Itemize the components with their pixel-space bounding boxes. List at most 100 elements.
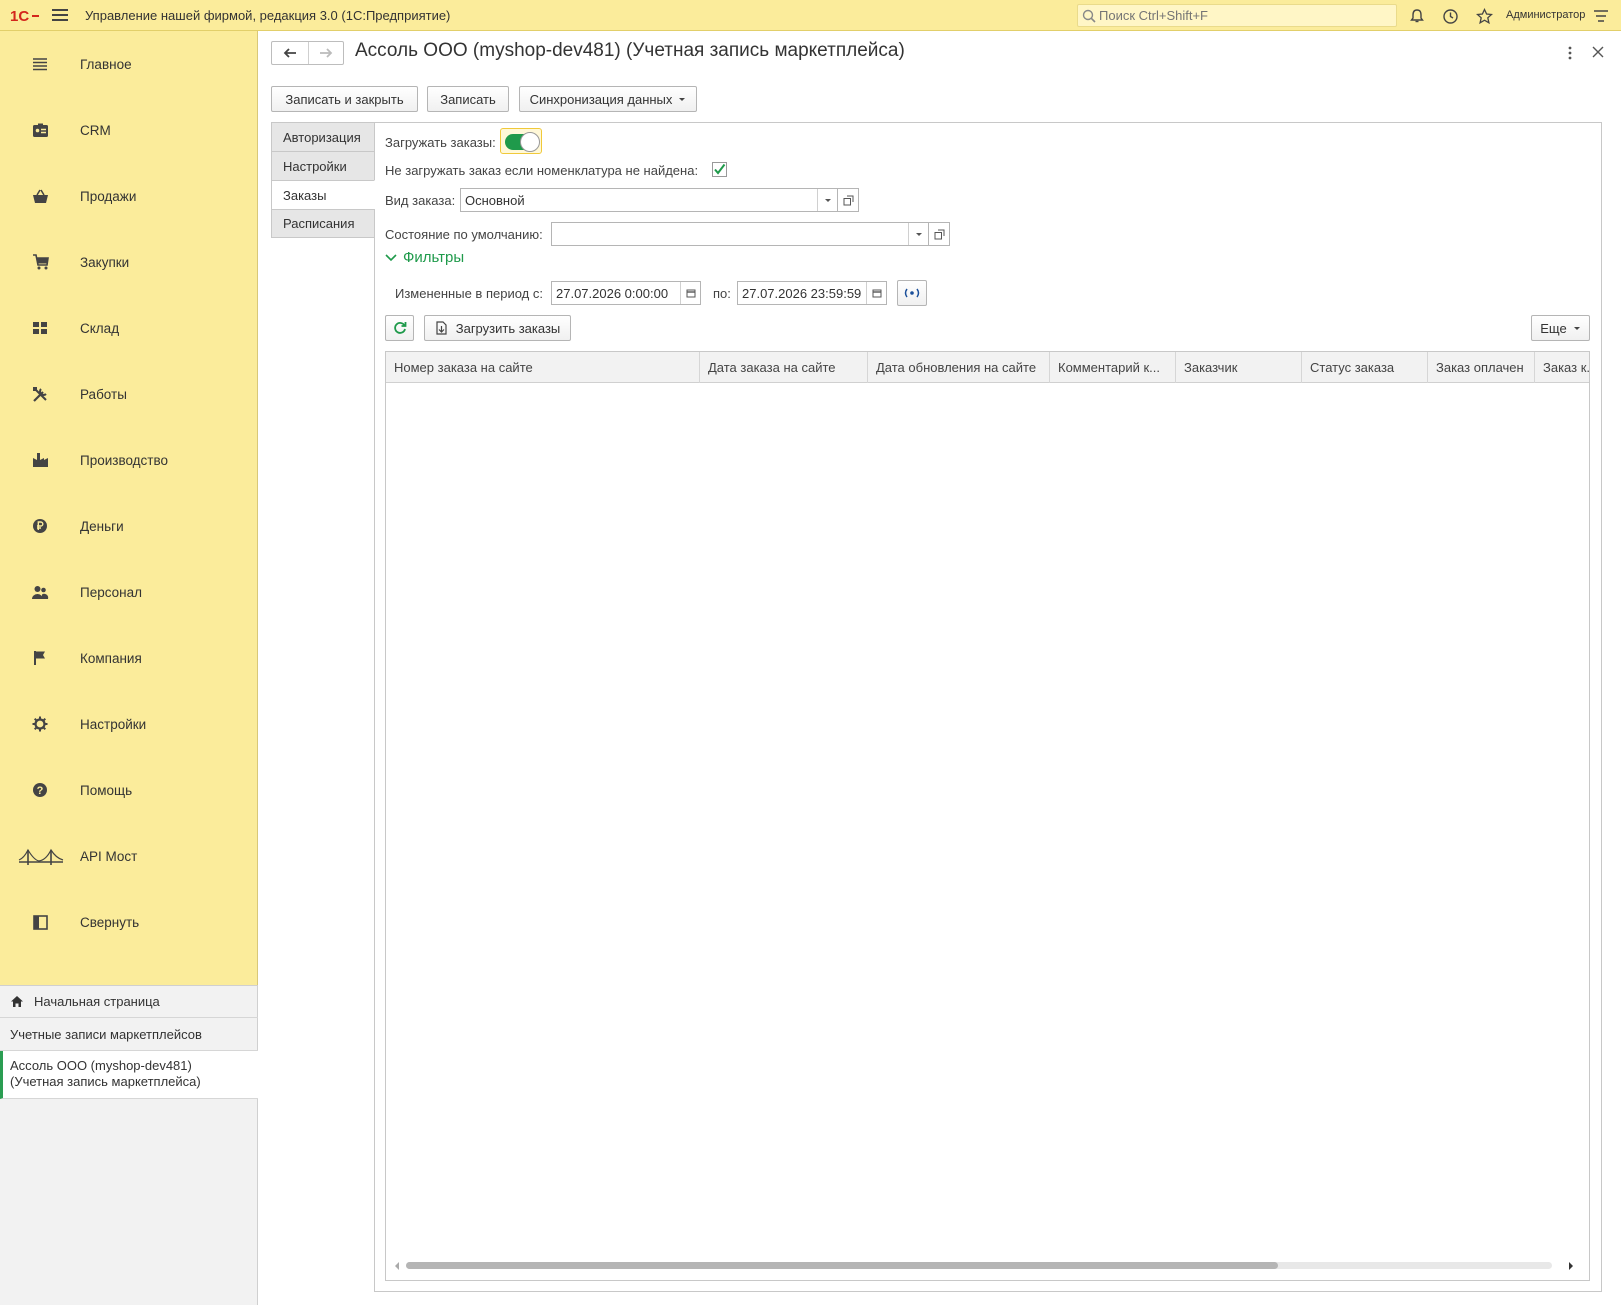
sections-panel: Главное CRM Продажи Закупки Склад Работы…	[0, 31, 258, 985]
select-period-button[interactable]	[897, 280, 927, 306]
open-order-kind-button[interactable]	[837, 188, 859, 212]
column-header-order-date[interactable]: Дата заказа на сайте	[700, 352, 868, 383]
app-title: Управление нашей фирмой, редакция 3.0 (1…	[85, 8, 451, 23]
section-settings[interactable]: Настройки	[0, 702, 258, 746]
history-navigation	[271, 41, 344, 65]
scrollbar-thumb[interactable]	[406, 1262, 1278, 1269]
save-and-close-button[interactable]: Записать и закрыть	[271, 86, 418, 112]
chevron-down-icon	[1573, 326, 1580, 330]
filters-group-header[interactable]: Фильтры	[385, 249, 464, 266]
scroll-right-icon[interactable]	[1568, 1262, 1574, 1270]
factory-icon	[30, 450, 50, 470]
filters-title: Фильтры	[403, 249, 465, 266]
column-header-order-extra[interactable]: Заказ к...	[1535, 352, 1589, 383]
load-orders-toggle[interactable]	[500, 128, 542, 154]
tools-icon	[30, 384, 50, 404]
section-api-bridge[interactable]: API Мост	[0, 834, 258, 878]
section-sales[interactable]: Продажи	[0, 174, 258, 218]
menu-lines-icon	[30, 54, 50, 74]
skip-missing-label: Не загружать заказ если номенклатура не …	[385, 163, 699, 178]
notifications-bell-icon[interactable]	[1407, 6, 1427, 26]
settings-menu-icon[interactable]	[1591, 6, 1611, 26]
section-warehouse[interactable]: Склад	[0, 306, 258, 350]
orders-table[interactable]: Номер заказа на сайте Дата заказа на сай…	[385, 351, 1590, 1281]
period-to-field[interactable]: 27.07.2026 23:59:59	[737, 281, 887, 305]
column-header-customer[interactable]: Заказчик	[1176, 352, 1302, 383]
more-actions-icon[interactable]	[1565, 44, 1575, 62]
section-label: Работы	[80, 386, 127, 402]
open-default-state-button[interactable]	[928, 222, 950, 246]
load-orders-button[interactable]: Загрузить заказы	[424, 315, 571, 341]
dropdown-arrow-icon[interactable]	[908, 223, 928, 245]
order-kind-field[interactable]: Основной	[460, 188, 838, 212]
search-box[interactable]	[1077, 4, 1397, 27]
load-orders-button-label: Загрузить заказы	[455, 320, 561, 336]
dropdown-arrow-icon[interactable]	[817, 189, 837, 211]
history-icon[interactable]	[1440, 6, 1460, 26]
calendar-icon[interactable]	[680, 282, 700, 304]
section-label: Помощь	[80, 782, 133, 798]
section-company[interactable]: Компания	[0, 636, 258, 680]
cart-icon	[30, 252, 50, 272]
back-button[interactable]	[272, 42, 308, 64]
default-state-label: Состояние по умолчанию:	[385, 227, 543, 242]
column-header-order-paid[interactable]: Заказ оплачен	[1428, 352, 1535, 383]
svg-text:?: ?	[37, 785, 44, 797]
tab-orders[interactable]: Заказы	[271, 180, 375, 209]
calendar-icon[interactable]	[866, 282, 886, 304]
open-window-label: Начальная страница	[34, 994, 160, 1009]
default-state-field[interactable]	[551, 222, 929, 246]
toggle-switch-on	[505, 132, 540, 152]
table-header: Номер заказа на сайте Дата заказа на сай…	[386, 352, 1589, 383]
people-icon	[30, 582, 50, 602]
scroll-left-icon[interactable]	[394, 1262, 400, 1270]
refresh-button[interactable]	[385, 315, 414, 341]
section-production[interactable]: Производство	[0, 438, 258, 482]
section-works[interactable]: Работы	[0, 372, 258, 416]
section-crm[interactable]: CRM	[0, 108, 258, 152]
horizontal-scrollbar[interactable]	[395, 1261, 1578, 1270]
open-window-current[interactable]: Ассоль ООО (myshop-dev481) (Учетная запи…	[0, 1051, 258, 1099]
svg-text:1С: 1С	[10, 8, 29, 24]
more-button[interactable]: Еще	[1531, 315, 1590, 341]
tab-settings[interactable]: Настройки	[271, 151, 375, 180]
open-window-accounts-list[interactable]: Учетные записи маркетплейсов	[0, 1018, 258, 1051]
section-money[interactable]: Деньги	[0, 504, 258, 548]
column-header-order-number[interactable]: Номер заказа на сайте	[386, 352, 700, 383]
section-label: Продажи	[80, 188, 137, 204]
refresh-icon	[393, 322, 406, 334]
search-icon	[1082, 9, 1096, 23]
search-input[interactable]	[1099, 8, 1389, 23]
main-menu-icon[interactable]	[52, 9, 68, 21]
column-header-comment[interactable]: Комментарий к...	[1050, 352, 1176, 383]
skip-missing-checkbox[interactable]	[712, 162, 727, 177]
period-to-label: по:	[713, 286, 731, 301]
column-header-order-status[interactable]: Статус заказа	[1302, 352, 1428, 383]
favorites-star-icon[interactable]	[1474, 6, 1494, 26]
sync-data-label: Синхронизация данных	[529, 91, 673, 107]
current-user[interactable]: Администратор	[1506, 9, 1585, 21]
open-window-home[interactable]: Начальная страница	[0, 985, 258, 1018]
section-label: Деньги	[80, 518, 124, 534]
section-label: Склад	[80, 320, 120, 336]
forward-button[interactable]	[307, 42, 344, 64]
close-icon[interactable]	[1589, 43, 1607, 61]
section-purchases[interactable]: Закупки	[0, 240, 258, 284]
period-from-value: 27.07.2026 0:00:00	[556, 285, 669, 301]
save-button[interactable]: Записать	[427, 86, 509, 112]
home-icon	[11, 996, 23, 1007]
tab-schedules[interactable]: Расписания	[271, 209, 375, 238]
section-label: Закупки	[80, 254, 130, 270]
section-label: Персонал	[80, 584, 142, 600]
tab-authorization[interactable]: Авторизация	[271, 122, 375, 151]
section-main[interactable]: Главное	[0, 42, 258, 86]
period-from-field[interactable]: 27.07.2026 0:00:00	[551, 281, 701, 305]
section-personnel[interactable]: Персонал	[0, 570, 258, 614]
form-tabs: Авторизация Настройки Заказы Расписания	[271, 122, 375, 238]
section-collapse[interactable]: Свернуть	[0, 900, 258, 944]
section-label: Компания	[80, 650, 142, 666]
1c-logo-icon[interactable]: 1С	[10, 7, 40, 24]
sync-data-button[interactable]: Синхронизация данных	[519, 86, 697, 112]
section-help[interactable]: ? Помощь	[0, 768, 258, 812]
column-header-update-date[interactable]: Дата обновления на сайте	[868, 352, 1050, 383]
